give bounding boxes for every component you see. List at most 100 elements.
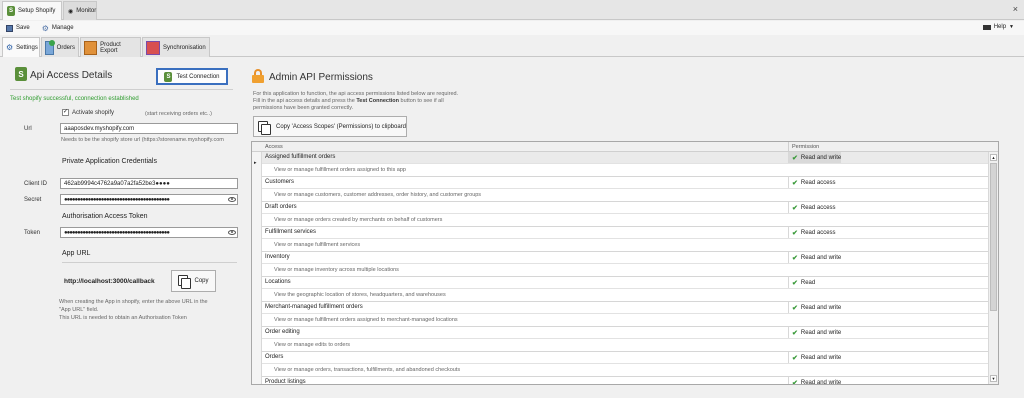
permission-value: Read access bbox=[800, 179, 836, 186]
permission-value: Read and write bbox=[800, 354, 842, 361]
shopify-icon: S bbox=[7, 6, 15, 16]
column-header-access[interactable]: Access bbox=[265, 144, 283, 150]
permission-row[interactable]: Customers ✔ Read access bbox=[262, 177, 988, 189]
permission-value-cell: ✔ Read and write bbox=[788, 327, 841, 338]
tab-monitor-label: Monitor bbox=[76, 8, 97, 14]
copy-button-label: Copy bbox=[194, 278, 209, 284]
permission-value-cell: ✔ Read access bbox=[788, 227, 836, 238]
chevron-down-icon: ▼ bbox=[1009, 24, 1014, 30]
permission-value-cell: ✔ Read and write bbox=[788, 152, 842, 163]
private-credentials-title: Private Application Credentials bbox=[62, 158, 157, 165]
permission-description-row: View or manage fulfillment orders assign… bbox=[262, 314, 988, 327]
url-label: Url bbox=[24, 126, 32, 132]
permission-access-name: Inventory bbox=[265, 254, 290, 260]
orders-icon bbox=[45, 39, 55, 55]
permission-description-row: View the geographic location of stores, … bbox=[262, 289, 988, 302]
show-secret-eye-icon[interactable] bbox=[228, 197, 236, 202]
manage-button[interactable]: ⚙ Manage bbox=[42, 24, 74, 33]
permission-description: View or manage inventory across multiple… bbox=[274, 267, 399, 273]
test-connection-label: Test Connection bbox=[176, 73, 220, 80]
close-icon[interactable]: × bbox=[1013, 4, 1018, 14]
show-token-eye-icon[interactable] bbox=[228, 230, 236, 235]
permission-row[interactable]: Assigned fulfillment orders ✔ Read and wri… bbox=[262, 152, 988, 164]
shopify-logo-icon: S bbox=[15, 67, 27, 81]
tab-orders[interactable]: Orders bbox=[41, 37, 79, 57]
permission-description-row: View or manage orders created by merchan… bbox=[262, 214, 988, 227]
permission-access-name: Assigned fulfillment orders bbox=[265, 154, 336, 160]
check-icon: ✔ bbox=[792, 379, 798, 385]
url-hint: Needs to be the shopify store url (https… bbox=[61, 137, 224, 143]
permission-value-cell: ✔ Read and write bbox=[788, 252, 841, 263]
vertical-scrollbar[interactable]: ▲ ▼ bbox=[988, 152, 998, 384]
copy-app-url-button[interactable]: Copy bbox=[171, 270, 216, 292]
permission-value: Read and write bbox=[800, 304, 842, 311]
permission-description: View the geographic location of stores, … bbox=[274, 292, 446, 298]
synchronisation-icon bbox=[146, 40, 160, 55]
app-url-value: http://localhost:3000/callback bbox=[64, 278, 155, 285]
permission-access-name: Merchant-managed fulfillment orders bbox=[265, 304, 363, 310]
permissions-grid: Access Permission ▸ Assigned fulfillment… bbox=[251, 141, 999, 385]
column-header-permission[interactable]: Permission bbox=[788, 142, 819, 152]
permission-access-name: Locations bbox=[265, 279, 291, 285]
tab-orders-label: Orders bbox=[56, 44, 75, 51]
activate-shopify-checkbox[interactable]: ✓ bbox=[62, 109, 69, 116]
permission-row[interactable]: Fulfillment services ✔ Read access bbox=[262, 227, 988, 239]
connection-status: Test shopify successful, cconnection est… bbox=[10, 96, 139, 102]
current-row-indicator-icon: ▸ bbox=[254, 160, 257, 166]
copy-icon bbox=[178, 275, 192, 289]
admin-api-desc-2: Fill in the api access details and press… bbox=[253, 98, 444, 104]
app-url-note-2: "App URL" field. bbox=[59, 307, 99, 313]
permission-row[interactable]: Inventory ✔ Read and write bbox=[262, 252, 988, 264]
permission-row[interactable]: Draft orders ✔ Read access bbox=[262, 202, 988, 214]
tab-settings[interactable]: ⚙ Settings bbox=[2, 37, 40, 57]
scrollbar-thumb[interactable] bbox=[990, 163, 997, 311]
help-button[interactable]: Help ▼ bbox=[982, 24, 1014, 30]
token-label: Token bbox=[24, 230, 41, 236]
permission-value: Read access bbox=[800, 229, 836, 236]
save-button[interactable]: Save bbox=[6, 24, 30, 32]
permission-description: View or manage customers, customer addre… bbox=[274, 192, 482, 198]
permission-access-name: Orders bbox=[265, 354, 284, 360]
permission-value: Read bbox=[800, 279, 816, 286]
top-tab-bar: S Setup Shopify ◉ Monitor × bbox=[0, 0, 1024, 20]
check-icon: ✔ bbox=[792, 179, 798, 187]
product-export-icon bbox=[84, 40, 98, 55]
permission-value: Read access bbox=[800, 204, 836, 211]
check-icon: ✔ bbox=[792, 204, 798, 212]
permission-row[interactable]: Locations ✔ Read bbox=[262, 277, 988, 289]
token-field[interactable]: ●●●●●●●●●●●●●●●●●●●●●●●●●●●●●●●●●●●●●●●● bbox=[60, 227, 238, 238]
permission-row[interactable]: Order editing ✔ Read and write bbox=[262, 327, 988, 339]
check-icon: ✔ bbox=[792, 354, 798, 362]
eye-icon: ◉ bbox=[68, 8, 74, 15]
secret-field[interactable]: ●●●●●●●●●●●●●●●●●●●●●●●●●●●●●●●●●●●●●●●● bbox=[60, 194, 238, 205]
scroll-down-icon[interactable]: ▼ bbox=[990, 375, 997, 382]
permission-value-cell: ✔ Read access bbox=[788, 177, 836, 188]
app-url-title: App URL bbox=[62, 250, 91, 257]
url-field[interactable]: aaaposdev.myshopify.com bbox=[60, 123, 238, 134]
activate-shopify-hint: (start receiving orders etc..) bbox=[145, 111, 212, 117]
copy-access-scopes-button[interactable]: Copy 'Access Scopes' (Permissions) to cl… bbox=[253, 116, 407, 137]
check-icon: ✔ bbox=[792, 304, 798, 312]
check-icon: ✔ bbox=[792, 254, 798, 262]
test-connection-button[interactable]: S Test Connection bbox=[156, 68, 228, 85]
scroll-up-icon[interactable]: ▲ bbox=[990, 154, 997, 161]
app-url-note-1: When creating the App in shopify, enter … bbox=[59, 299, 208, 305]
admin-api-desc-1: For this application to function, the ap… bbox=[253, 91, 459, 97]
permission-description: View or manage orders created by merchan… bbox=[274, 217, 443, 223]
permission-row[interactable]: Orders ✔ Read and write bbox=[262, 352, 988, 364]
client-id-field[interactable]: 462ab9994c4762a9a07a2fa52be3●●●● bbox=[60, 178, 238, 189]
check-icon: ✔ bbox=[792, 329, 798, 337]
copy-icon bbox=[258, 120, 271, 135]
permission-row[interactable]: Product listings ✔ Read and write bbox=[262, 377, 988, 385]
tab-synchronisation[interactable]: Synchronisation bbox=[142, 37, 210, 57]
permission-value-cell: ✔ Read and write bbox=[788, 352, 841, 363]
permission-value-cell: ✔ Read bbox=[788, 277, 815, 288]
tab-setup-shopify[interactable]: S Setup Shopify bbox=[2, 1, 62, 20]
tab-product-export[interactable]: Product Export bbox=[80, 37, 141, 57]
help-icon bbox=[982, 24, 991, 30]
shopify-icon: S bbox=[164, 71, 173, 82]
permission-row[interactable]: Merchant-managed fulfillment orders ✔ Read… bbox=[262, 302, 988, 314]
permission-value: Read and write bbox=[800, 329, 842, 336]
permission-description-row: View or manage fulfillment services bbox=[262, 239, 988, 252]
tab-monitor[interactable]: ◉ Monitor bbox=[63, 1, 97, 20]
